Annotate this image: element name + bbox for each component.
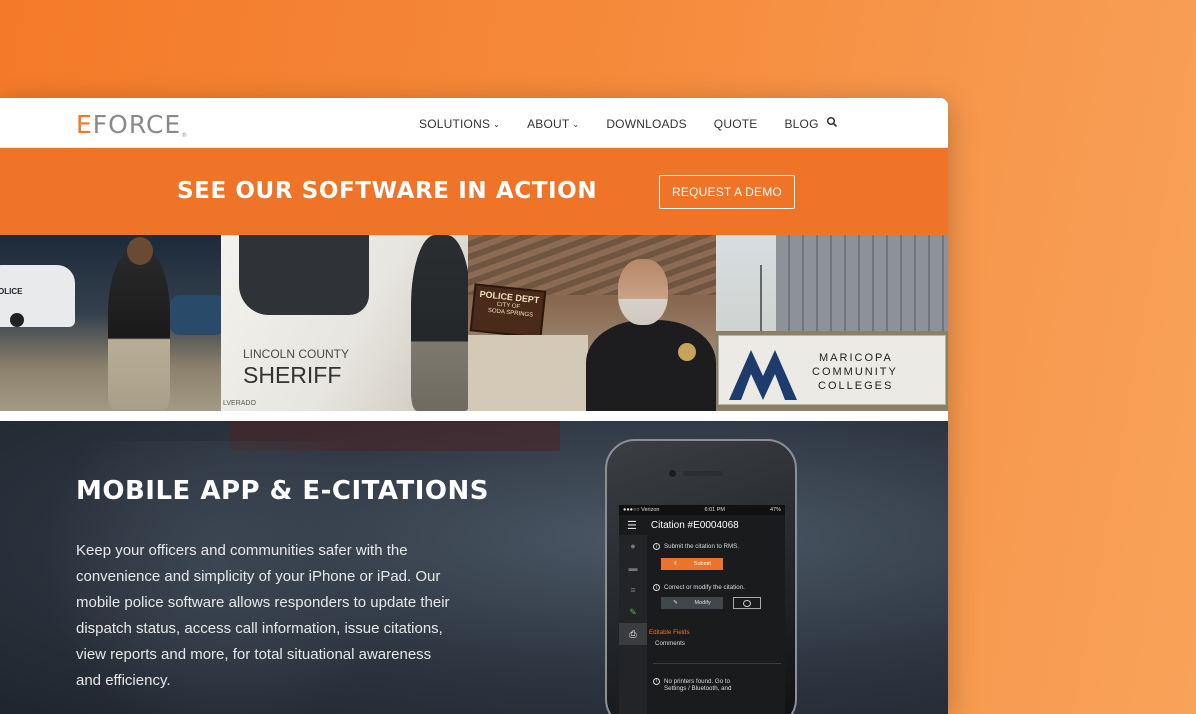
officer-body [586, 320, 716, 411]
citation-title: Citation #E0004068 [650, 519, 739, 531]
logo-text: FORCE [92, 110, 182, 139]
site-header: EFORCE® SOLUTIONS ⌄ ABOUT ⌄ DOWNLOADS QUOT… [0, 98, 948, 148]
photo-police-dept: POLICE DEPT CITY OF SODA SPRINGS [468, 235, 716, 411]
phone-status-bar: ●●●○○ Verizon 6:01 PM 47% [619, 505, 785, 515]
photo-officer-night: OLICE [0, 235, 221, 411]
demo-banner: SEE OUR SOFTWARE IN ACTION REQUEST A DEM… [0, 148, 948, 235]
editable-fields-label: Editable Fields [649, 629, 690, 636]
person-icon[interactable]: ● [619, 535, 647, 557]
nav-quote[interactable]: QUOTE [714, 117, 758, 131]
officer-head [127, 237, 153, 265]
search-icon[interactable] [826, 116, 838, 128]
no-printers-text: No printers found. Go to Settings / Blue… [664, 678, 732, 692]
website-frame: EFORCE® SOLUTIONS ⌄ ABOUT ⌄ DOWNLOADS QUOT… [0, 98, 948, 714]
submit-button[interactable]: ⇧ Submit [661, 558, 723, 570]
carrier: ●●●○○ Verizon [623, 507, 660, 513]
photo-maricopa: MARICOPA COMMUNITY COLLEGES [716, 235, 948, 411]
request-demo-button[interactable]: REQUEST A DEMO [659, 175, 795, 209]
banner-title: SEE OUR SOFTWARE IN ACTION [177, 178, 598, 204]
app-side-rail: ● ▬ ≡ ✎ ⎙ [619, 535, 647, 714]
car-badge-text: LVERADO [223, 400, 256, 407]
submit-hint: Submit the citation to RMS. [664, 543, 739, 550]
maricopa-logo-icon [729, 350, 797, 400]
info-icon: i [653, 678, 660, 685]
nav-about-label: ABOUT [527, 117, 570, 131]
sheriff-line1: LINCOLN COUNTY [243, 347, 350, 361]
maricopa-sign: MARICOPA COMMUNITY COLLEGES [718, 335, 946, 405]
no-printers-row: i No printers found. Go to Settings / Bl… [653, 678, 781, 692]
modify-hint: Correct or modify the citation. [664, 584, 745, 591]
car-wheel [10, 313, 24, 327]
sheriff-line2: SHERIFF [243, 362, 342, 388]
car-text: OLICE [0, 287, 23, 296]
app-bar: ☰ Citation #E0004068 [619, 515, 785, 535]
info-icon: i [653, 543, 660, 550]
iphone-mockup: ●●●○○ Verizon 6:01 PM 47% ☰ Citation #E0… [605, 439, 797, 714]
building [776, 235, 948, 345]
chevron-down-icon: ⌄ [493, 119, 501, 129]
citation-content: i Submit the citation to RMS. ⇧ Submit i… [649, 543, 781, 692]
sheriff-figure [411, 235, 468, 411]
flagpole [760, 265, 762, 335]
nav-downloads-label: DOWNLOADS [606, 117, 687, 131]
mobile-title: MOBILE APP & E-CITATIONS [76, 476, 489, 506]
building-wall [468, 335, 588, 411]
printer-icon[interactable]: ⎙ [619, 623, 647, 645]
modify-actions: ✎ Modify [661, 597, 781, 609]
camera-icon[interactable] [733, 597, 761, 609]
badge-patch [678, 343, 696, 361]
car-window [239, 235, 369, 315]
officer-face [618, 259, 668, 325]
nav-blog-label: BLOG [784, 117, 819, 131]
nav-quote-label: QUOTE [713, 117, 758, 131]
mobile-app-section: MOBILE APP & E-CITATIONS Keep your offic… [0, 421, 948, 714]
upload-icon: ⇧ [673, 561, 678, 567]
officer-figure [108, 250, 170, 410]
photo-sheriff-car: LINCOLN COUNTY SHERIFF LVERADO [221, 235, 468, 411]
nav-blog[interactable]: BLOG [784, 117, 818, 131]
submit-hint-row: i Submit the citation to RMS. [653, 543, 781, 550]
photo-strip: OLICE LINCOLN COUNTY SHERIFF LVERADO POL… [0, 235, 948, 411]
hamburger-menu-icon[interactable]: ☰ [627, 519, 637, 532]
info-icon: i [653, 584, 660, 591]
pencil-icon: ✎ [673, 600, 678, 606]
signature-icon[interactable]: ✎ [619, 601, 647, 623]
logo-registered: ® [181, 132, 189, 139]
battery: 47% [769, 507, 781, 513]
submit-label: Submit [693, 561, 711, 567]
maricopa-line2: COMMUNITY [812, 366, 898, 378]
phone-screen: ●●●○○ Verizon 6:01 PM 47% ☰ Citation #E0… [619, 505, 785, 714]
nav-downloads[interactable]: DOWNLOADS [606, 117, 686, 131]
nav-solutions[interactable]: SOLUTIONS ⌄ [419, 117, 500, 131]
vehicle [170, 295, 221, 335]
modify-label: Modify [694, 600, 711, 606]
vehicle-icon[interactable]: ▬ [619, 557, 647, 579]
main-nav: SOLUTIONS ⌄ ABOUT ⌄ DOWNLOADS QUOTE BLOG [419, 117, 846, 131]
modify-hint-row: i Correct or modify the citation. [653, 584, 781, 591]
list-icon[interactable]: ≡ [619, 579, 647, 601]
mobile-description: Keep your officers and communities safer… [76, 542, 450, 689]
comments-field[interactable]: Comments [655, 640, 781, 647]
eforce-logo[interactable]: EFORCE® [76, 110, 188, 139]
chevron-down-icon: ⌄ [572, 119, 580, 129]
police-dept-sign: POLICE DEPT CITY OF SODA SPRINGS [469, 283, 547, 339]
divider [653, 663, 781, 664]
maricopa-line1: MARICOPA [819, 352, 893, 364]
nav-solutions-label: SOLUTIONS [419, 117, 491, 131]
phone-time: 6:01 PM [704, 507, 725, 513]
phone-camera [669, 470, 676, 477]
maricopa-line3: COLLEGES [818, 380, 894, 392]
phone-speaker [683, 471, 723, 476]
logo-e: E [76, 110, 93, 139]
nav-about[interactable]: ABOUT ⌄ [527, 117, 579, 131]
modify-button[interactable]: ✎ Modify [661, 597, 723, 609]
